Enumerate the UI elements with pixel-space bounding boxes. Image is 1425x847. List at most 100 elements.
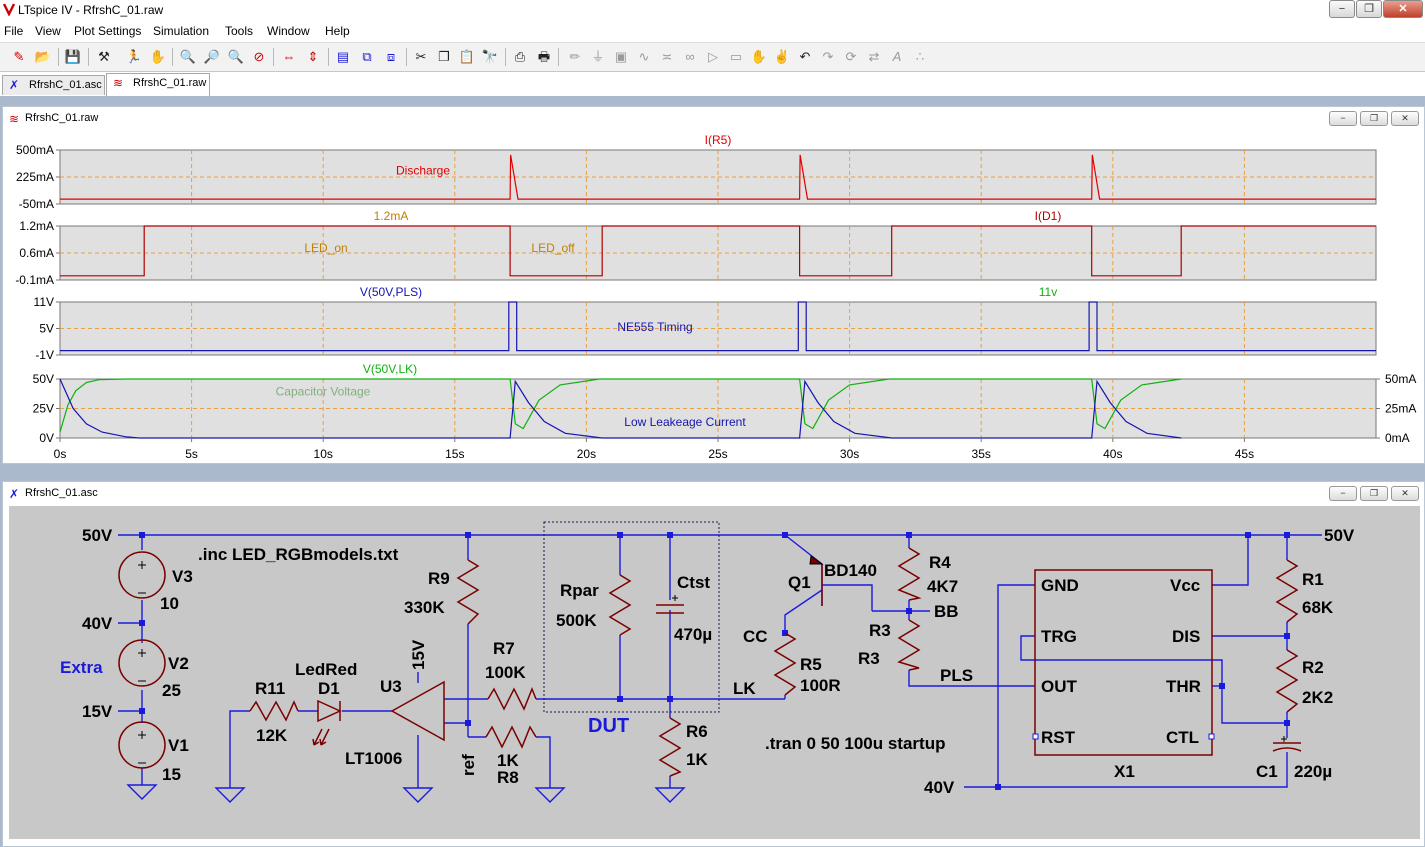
plot-annotation: Discharge: [396, 163, 450, 177]
trace-title[interactable]: V(50V,PLS): [360, 285, 422, 299]
tab-waveform[interactable]: ≋ RfrshC_01.raw: [106, 73, 210, 96]
zoom-in-icon[interactable]: 🔍: [178, 47, 198, 67]
ref-r6: R6: [686, 722, 708, 741]
zoom-cancel-icon[interactable]: ⊘: [249, 47, 269, 67]
net-label-ref: ref: [459, 754, 478, 776]
autorange-icon[interactable]: ⇔: [279, 47, 299, 67]
resistor-r5[interactable]: [773, 632, 797, 696]
drag-icon[interactable]: ✌: [772, 47, 792, 67]
potentiometer-r3[interactable]: [897, 619, 921, 671]
spice-directive-tran[interactable]: .tran 0 50 100u startup: [765, 734, 945, 753]
label-net-icon[interactable]: ▣: [611, 47, 631, 67]
text-icon[interactable]: A: [887, 47, 907, 67]
menu-plot-settings[interactable]: Plot Settings: [74, 24, 141, 38]
schematic-close-button[interactable]: ✕: [1391, 486, 1419, 501]
ref-r7: R7: [493, 639, 515, 658]
resistor-r7[interactable]: [487, 686, 537, 711]
halt-icon[interactable]: ✋: [148, 47, 168, 67]
resistor-r11[interactable]: [249, 700, 299, 722]
schematic-canvas[interactable]: 50V 40V 15V 50V 40V BB PLS LK CC ref 15V…: [9, 506, 1420, 839]
open-icon[interactable]: 📂: [33, 47, 53, 67]
menu-tools[interactable]: Tools: [225, 24, 253, 38]
junction: [617, 532, 623, 538]
component-icon[interactable]: ▭: [726, 47, 746, 67]
resistor-r6[interactable]: [658, 717, 682, 777]
new-schematic-icon[interactable]: ✎: [9, 47, 29, 67]
text-dut: DUT: [588, 715, 629, 737]
resistor-rpar[interactable]: [608, 574, 632, 636]
pin-rst: [1032, 733, 1039, 740]
pin-label-ctl: CTL: [1166, 728, 1199, 747]
undo-icon[interactable]: ↶: [795, 47, 815, 67]
tab-schematic[interactable]: ✗ RfrshC_01.asc: [2, 75, 105, 95]
voltage-source-v2[interactable]: [118, 639, 166, 687]
value-c1: 220µ: [1294, 762, 1332, 781]
menu-help[interactable]: Help: [325, 24, 350, 38]
diode-d1[interactable]: [317, 699, 342, 723]
trace-title[interactable]: I(R5): [705, 133, 732, 147]
waveform-restore-button[interactable]: ❐: [1360, 111, 1388, 126]
waveform-plot[interactable]: 500mA 225mA -50mA I(R5) Discharge 1.2mA 0.6mA -…: [3, 128, 1423, 463]
capacitor-icon[interactable]: ≍: [657, 47, 677, 67]
mirror-icon[interactable]: ⇄: [864, 47, 884, 67]
waveform-icon: ≋: [113, 76, 124, 90]
pin-label-gnd: GND: [1041, 576, 1079, 595]
rotate-icon[interactable]: ⟳: [841, 47, 861, 67]
zoom-fit-icon[interactable]: ⇕: [303, 47, 323, 67]
diode-icon[interactable]: ▷: [703, 47, 723, 67]
copy-icon[interactable]: ❐: [434, 47, 454, 67]
schematic-restore-button[interactable]: ❐: [1360, 486, 1388, 501]
spice-directive-include[interactable]: .inc LED_RGBmodels.txt: [198, 545, 399, 564]
net-label-15v-opamp: 15V: [409, 639, 428, 670]
restore-button[interactable]: ❐: [1356, 0, 1382, 18]
find-icon[interactable]: 🔭: [480, 47, 500, 67]
cascade-icon[interactable]: ⧉: [357, 47, 377, 67]
value-rpar: 500K: [556, 611, 597, 630]
move-icon[interactable]: ✋: [749, 47, 769, 67]
waveform-minimize-button[interactable]: −: [1329, 111, 1357, 126]
run-icon[interactable]: 🏃: [124, 47, 144, 67]
inductor-icon[interactable]: ∞: [680, 47, 700, 67]
y-tick-label: 11V: [34, 295, 54, 309]
save-icon[interactable]: 💾: [63, 47, 83, 67]
trace-title[interactable]: I(D1): [1035, 209, 1062, 223]
resistor-r4[interactable]: [897, 547, 922, 601]
resistor-r8[interactable]: [485, 725, 537, 749]
resistor-r2[interactable]: [1275, 649, 1299, 713]
resistor-r9[interactable]: [456, 559, 480, 625]
pin-label-thr: THR: [1166, 677, 1201, 696]
resistor-r1[interactable]: [1275, 559, 1299, 623]
control-panel-icon[interactable]: ⚒: [94, 47, 114, 67]
close-button[interactable]: ✕: [1383, 0, 1423, 18]
ground-icon[interactable]: ⏚: [588, 47, 608, 67]
paste-icon[interactable]: 📋: [457, 47, 477, 67]
redo-icon[interactable]: ↷: [818, 47, 838, 67]
waveform-close-button[interactable]: ✕: [1391, 111, 1419, 126]
zoom-pan-icon[interactable]: 🔎: [202, 47, 222, 67]
schematic-labels: 50V 40V 15V 50V 40V BB PLS LK CC ref 15V…: [60, 526, 1355, 797]
print-setup-icon[interactable]: ⎙: [510, 47, 530, 67]
menu-view[interactable]: View: [35, 24, 61, 38]
cut-icon[interactable]: ✂: [411, 47, 431, 67]
menu-simulation[interactable]: Simulation: [153, 24, 209, 38]
junction: [995, 784, 1001, 790]
trace-title[interactable]: V(50V,LK): [363, 362, 417, 376]
schematic-minimize-button[interactable]: −: [1329, 486, 1357, 501]
close-all-icon[interactable]: ⧈: [381, 47, 401, 67]
resistor-icon[interactable]: ∿: [634, 47, 654, 67]
menu-file[interactable]: File: [4, 24, 23, 38]
print-icon[interactable]: 🖶: [534, 47, 554, 67]
voltage-source-v1[interactable]: [118, 721, 166, 769]
minimize-button[interactable]: −: [1329, 0, 1355, 18]
zoom-out-icon[interactable]: 🔍: [226, 47, 246, 67]
net-label-40v: 40V: [82, 614, 113, 633]
net-label-lk: LK: [733, 679, 756, 698]
menu-window[interactable]: Window: [267, 24, 310, 38]
net-label-cc: CC: [743, 627, 768, 646]
junction: [465, 720, 471, 726]
capacitor-c1[interactable]: [1272, 742, 1302, 752]
spice-directive-icon[interactable]: ∴: [910, 47, 930, 67]
voltage-source-v3[interactable]: [118, 551, 166, 599]
draw-wire-icon[interactable]: ✏: [565, 47, 585, 67]
tile-horizontal-icon[interactable]: ▤: [333, 47, 353, 67]
